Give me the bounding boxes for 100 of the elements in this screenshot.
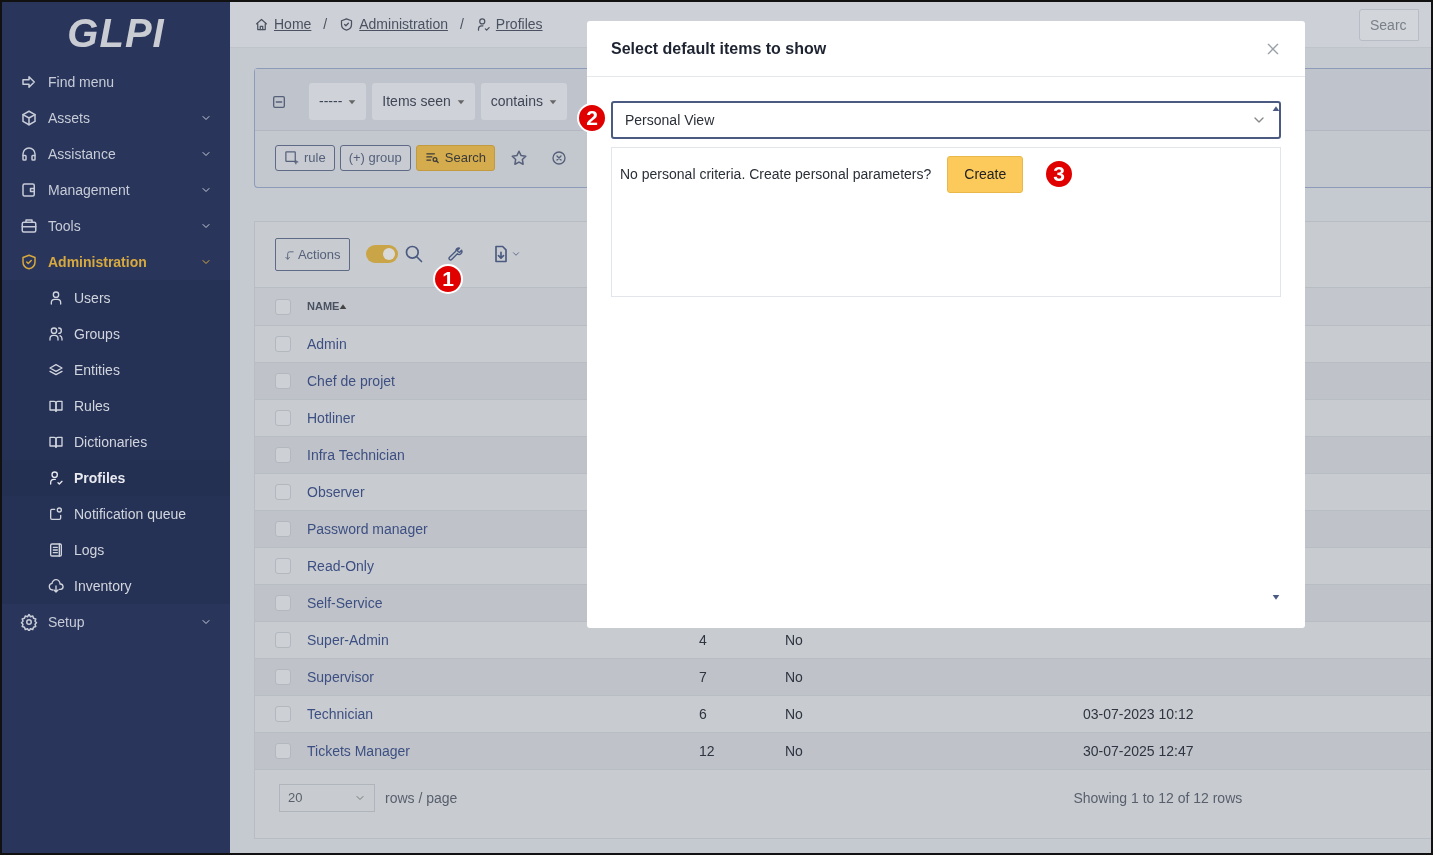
profile-link[interactable]: Password manager [307, 520, 428, 537]
caret-down-icon [456, 97, 465, 106]
row-checkbox[interactable] [275, 521, 291, 537]
profile-link[interactable]: Supervisor [307, 668, 374, 685]
collapse-icon[interactable] [271, 93, 287, 110]
breadcrumb-link[interactable]: Administration [339, 14, 448, 35]
wrench-icon[interactable] [445, 245, 463, 263]
table-cell-text: 30-07-2025 12:47 [1083, 741, 1194, 761]
row-checkbox[interactable] [275, 373, 291, 389]
profile-link[interactable]: Self-Service [307, 594, 383, 611]
profile-link[interactable]: Read-Only [307, 557, 374, 574]
row-checkbox[interactable] [275, 669, 291, 685]
briefcase-icon [20, 217, 38, 235]
pagination-summary: Showing 1 to 12 of 12 rows [1073, 788, 1243, 808]
sidebar-item[interactable]: Assets [2, 100, 230, 136]
table-cell-text: 12 [699, 741, 716, 761]
breadcrumb-link[interactable]: Profiles [475, 14, 543, 35]
caret-down-icon [348, 97, 357, 106]
table-cell-text: 03-07-2023 10:12 [1083, 704, 1194, 724]
view-select[interactable]: Personal View [611, 101, 1281, 139]
home-icon [254, 17, 269, 32]
search-panel-button[interactable]: (+) group [339, 145, 411, 171]
global-search-field[interactable]: Searc [1359, 8, 1419, 41]
row-checkbox[interactable] [275, 595, 291, 611]
search-panel-button[interactable]: rule [275, 145, 335, 171]
row-checkbox[interactable] [275, 447, 291, 463]
log-icon [48, 542, 64, 558]
sidebar-item[interactable]: Administration [2, 244, 230, 280]
sidebar-item[interactable]: Assistance [2, 136, 230, 172]
filter-search-icon [424, 150, 440, 166]
sidebar-subitem[interactable]: Inventory [2, 568, 230, 604]
star-icon[interactable] [510, 148, 528, 167]
cloud-download-icon [48, 578, 64, 594]
user-check-icon [48, 470, 64, 486]
profile-link[interactable]: Tickets Manager [307, 742, 410, 759]
sidebar-subitem[interactable]: Notification queue [2, 496, 230, 532]
notification-icon [48, 506, 64, 522]
sidebar-subitem[interactable]: Logs [2, 532, 230, 568]
create-button[interactable]: Create [947, 156, 1024, 193]
breadcrumb-separator: / [323, 15, 328, 34]
profile-link[interactable]: Admin [307, 335, 347, 352]
row-checkbox[interactable] [275, 336, 291, 352]
return-arrow-icon [284, 249, 295, 261]
column-header[interactable]: NAME [307, 298, 699, 315]
table-cell-text: 7 [699, 667, 708, 687]
actions-button[interactable]: Actions [275, 237, 350, 271]
book-icon [48, 434, 64, 450]
table-cell-text: No [785, 704, 804, 724]
book-icon [48, 398, 64, 414]
breadcrumb-separator: / [459, 15, 464, 34]
logo: GLPI [67, 10, 165, 57]
row-checkbox[interactable] [275, 558, 291, 574]
user-check-icon [475, 17, 491, 32]
sidebar-item[interactable]: Tools [2, 208, 230, 244]
search-icon[interactable] [403, 244, 424, 265]
select-all-checkbox[interactable] [275, 298, 291, 315]
toggle-switch[interactable] [365, 245, 398, 264]
row-checkbox[interactable] [275, 743, 291, 759]
cube-icon [20, 109, 38, 127]
profile-link[interactable]: Super-Admin [307, 631, 389, 648]
caret-down-icon [548, 97, 557, 106]
row-checkbox[interactable] [275, 706, 291, 722]
headset-icon [20, 145, 38, 163]
clear-icon[interactable] [551, 149, 567, 166]
users-icon [48, 326, 64, 342]
row-checkbox[interactable] [275, 484, 291, 500]
sidebar-subitem[interactable]: Dictionaries [2, 424, 230, 460]
row-checkbox[interactable] [275, 632, 291, 648]
sidebar-subitem[interactable]: Users [2, 280, 230, 316]
shield-icon [339, 17, 355, 32]
settings-icon [20, 613, 38, 631]
profile-link[interactable]: Infra Technician [307, 446, 405, 463]
sidebar-subitem[interactable]: Entities [2, 352, 230, 388]
criteria-dropdown[interactable]: ----- [309, 83, 367, 120]
sidebar-subitem[interactable]: Groups [2, 316, 230, 352]
sidebar-item[interactable]: Find menu [2, 64, 230, 100]
scroll-down-icon [1272, 593, 1280, 601]
info-message: No personal criteria. Create personal parameters? [620, 165, 932, 184]
scroll-up-icon [1272, 105, 1280, 113]
search-panel-button[interactable]: Search [415, 145, 495, 171]
criteria-dropdown[interactable]: Items seen [372, 83, 475, 120]
table-cell-text: No [785, 741, 804, 761]
sidebar-item[interactable]: Management [2, 172, 230, 208]
row-checkbox[interactable] [275, 410, 291, 426]
table-cell-text: 4 [699, 630, 708, 650]
breadcrumb-link[interactable]: Home [254, 14, 312, 35]
profile-link[interactable]: Technician [307, 705, 374, 722]
criteria-dropdown[interactable]: contains [480, 83, 567, 120]
modal-title: Select default items to show [611, 38, 827, 59]
table-cell-text: No [785, 630, 804, 650]
profile-link[interactable]: Observer [307, 483, 365, 500]
arrow-right-icon [20, 73, 38, 91]
wallet-icon [20, 181, 38, 199]
layers-icon [48, 362, 64, 378]
profile-link[interactable]: Chef de projet [307, 372, 395, 389]
page-size-select[interactable]: 20 [279, 784, 375, 812]
profile-link[interactable]: Hotliner [307, 409, 356, 426]
sidebar-item[interactable]: Setup [2, 604, 230, 640]
sidebar-subitem[interactable]: Rules [2, 388, 230, 424]
sort-ascending-icon [339, 303, 348, 312]
